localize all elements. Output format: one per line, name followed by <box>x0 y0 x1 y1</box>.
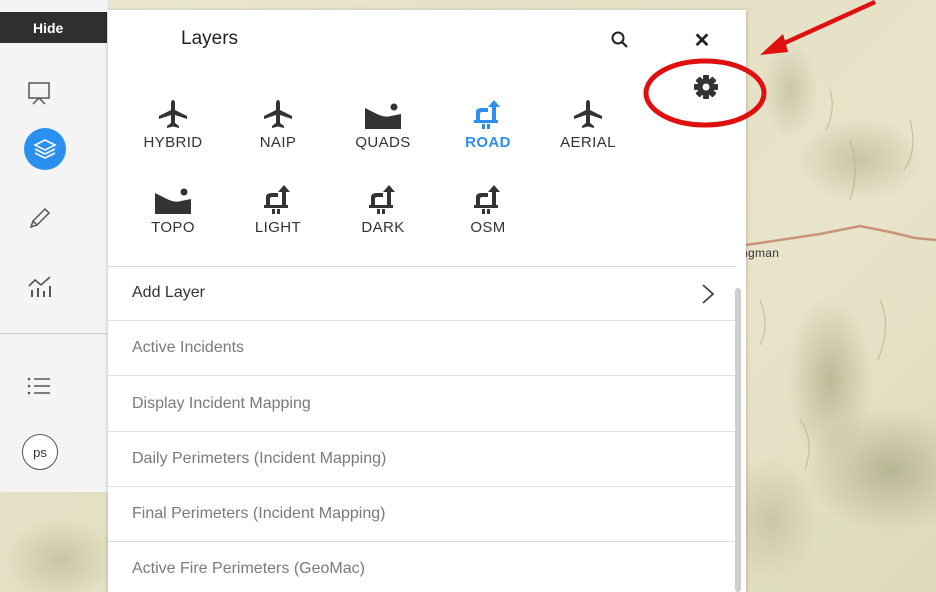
terrain-icon <box>333 90 433 130</box>
panel-title: Layers <box>181 28 239 49</box>
close-icon: ✕ <box>693 29 711 52</box>
toolbar-divider <box>0 333 107 334</box>
layers-icon <box>24 128 66 170</box>
map-place-label: ngman <box>741 246 780 260</box>
list-divider <box>108 375 736 376</box>
basemap-label: HYBRID <box>143 134 203 151</box>
chart-icon <box>28 276 51 297</box>
road-icon <box>438 90 538 130</box>
basemap-option-topo[interactable]: TOPO <box>123 175 223 236</box>
draw-button[interactable] <box>0 194 107 244</box>
basemap-option-light[interactable]: LIGHT <box>228 175 328 236</box>
list-divider <box>108 486 736 487</box>
basemap-label: NAIP <box>259 134 297 151</box>
basemap-option-quads[interactable]: QUADS <box>333 90 433 151</box>
hide-button[interactable]: Hide <box>0 12 107 43</box>
list-divider <box>108 320 736 321</box>
basemap-option-osm[interactable]: OSM <box>438 175 538 236</box>
basemap-label: AERIAL <box>560 134 616 151</box>
basemap-option-hybrid[interactable]: HYBRID <box>123 90 223 151</box>
road-icon <box>228 175 328 215</box>
basemap-label: OSM <box>470 219 506 236</box>
close-button[interactable]: ✕ <box>688 26 716 54</box>
list-divider <box>108 431 736 432</box>
layer-item-daily-perimeters[interactable]: Daily Perimeters (Incident Mapping) <box>132 450 386 468</box>
list-divider <box>108 266 736 267</box>
chevron-right-icon[interactable] <box>699 282 717 306</box>
left-toolbar: Hide ps <box>0 0 109 492</box>
basemap-option-aerial[interactable]: AERIAL <box>538 90 638 151</box>
settings-button[interactable] <box>691 72 721 102</box>
plane-icon <box>538 90 638 130</box>
layer-item-display-incident-mapping[interactable]: Display Incident Mapping <box>132 395 311 413</box>
basemap-label: TOPO <box>151 219 195 236</box>
layers-button[interactable] <box>0 124 107 174</box>
chart-button[interactable] <box>0 262 107 312</box>
list-button[interactable] <box>0 361 107 411</box>
pencil-icon <box>29 207 51 229</box>
basemap-label: ROAD <box>465 134 511 151</box>
gear-icon <box>694 75 718 99</box>
presentation-button[interactable] <box>0 68 107 118</box>
scrollbar[interactable] <box>735 288 741 592</box>
road-icon <box>333 175 433 215</box>
plane-icon <box>228 90 328 130</box>
add-layer-item[interactable]: Add Layer <box>132 284 205 302</box>
basemap-option-road[interactable]: ROAD <box>438 90 538 151</box>
ps-icon: ps <box>22 434 58 470</box>
basemap-option-naip[interactable]: NAIP <box>228 90 328 151</box>
presentation-icon <box>28 82 50 105</box>
layer-item-final-perimeters[interactable]: Final Perimeters (Incident Mapping) <box>132 505 385 523</box>
search-button[interactable] <box>606 26 634 54</box>
road-icon <box>438 175 538 215</box>
basemap-label: QUADS <box>355 134 411 151</box>
layer-item-active-incidents[interactable]: Active Incidents <box>132 339 244 357</box>
layers-panel: Layers ✕ HYBRID NAIP QUADS ROAD AERIAL TOPO LI… <box>108 10 746 592</box>
terrain-icon <box>123 175 223 215</box>
list-divider <box>108 541 736 542</box>
profile-button[interactable]: ps <box>0 427 107 477</box>
basemap-label: DARK <box>361 219 405 236</box>
search-icon <box>611 31 628 48</box>
basemap-option-dark[interactable]: DARK <box>333 175 433 236</box>
layer-item-active-fire-perimeters[interactable]: Active Fire Perimeters (GeoMac) <box>132 560 365 578</box>
plane-icon <box>123 90 223 130</box>
list-icon <box>27 377 50 395</box>
basemap-label: LIGHT <box>254 219 302 236</box>
